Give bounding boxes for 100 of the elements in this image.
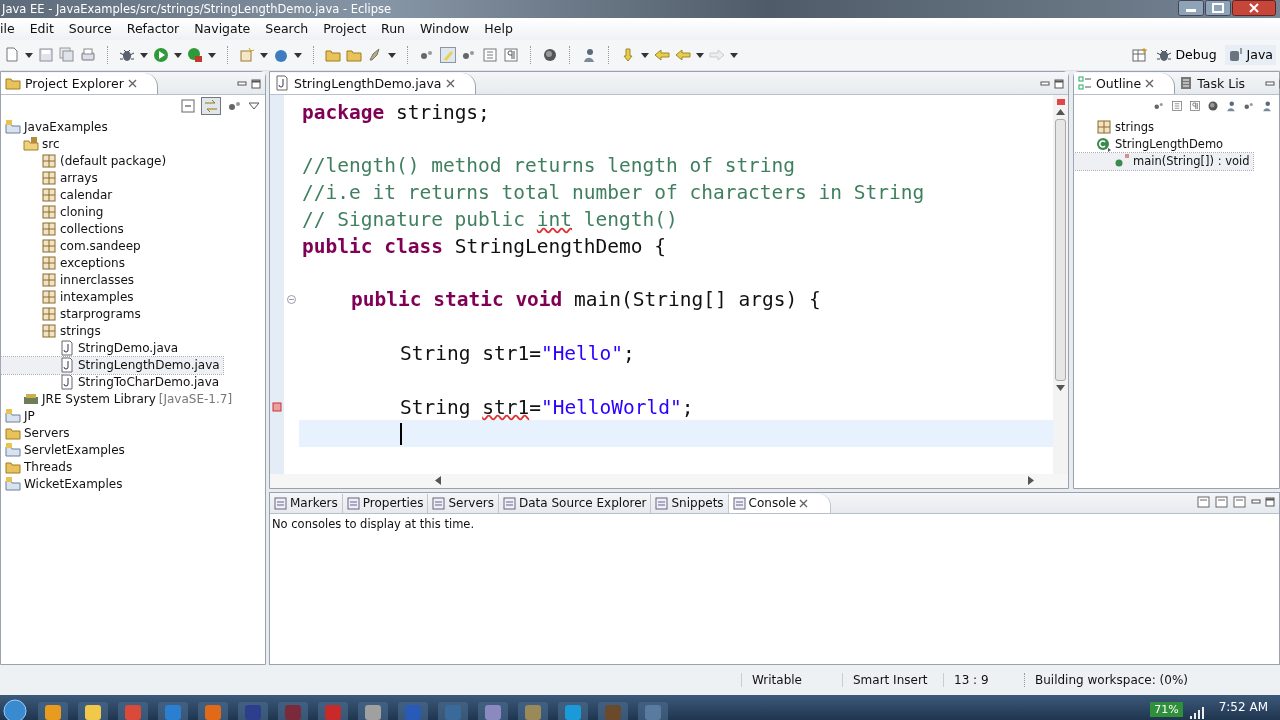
editor-tab[interactable]: StringLengthDemo.java [270, 72, 476, 94]
fold-toggle-icon[interactable] [287, 295, 296, 305]
tree-item[interactable]: starprograms [1, 305, 144, 323]
console-tab[interactable]: Console [728, 493, 832, 513]
save-all-icon[interactable] [59, 46, 75, 63]
open-perspective-icon[interactable] [1132, 46, 1149, 63]
tree-item[interactable]: cloning [1, 203, 107, 221]
clock[interactable]: 7:52 AM [1210, 700, 1280, 720]
tree-item[interactable]: (default package) [1, 152, 170, 170]
person-icon[interactable] [1261, 99, 1273, 112]
view-menu-icon[interactable] [249, 101, 259, 110]
project-explorer-tab[interactable]: Project Explorer [1, 72, 158, 94]
back-arrow-icon[interactable] [654, 46, 670, 63]
console-tab[interactable]: Properties [342, 493, 429, 513]
tree-item[interactable]: StringToCharDemo.java [1, 373, 223, 391]
tree-item[interactable]: StringLengthDemo.java [1, 356, 223, 374]
close-icon[interactable] [1145, 78, 1155, 88]
link-editor-icon[interactable] [201, 96, 221, 115]
tree-item[interactable]: arrays [1, 169, 101, 187]
outline-tab[interactable]: Outline [1074, 72, 1176, 94]
globe-icon[interactable] [542, 46, 558, 63]
app-icon[interactable] [356, 700, 390, 720]
minimize-icon[interactable] [1178, 0, 1204, 16]
document-icon[interactable] [4, 46, 20, 63]
dropdown-caret-icon[interactable] [388, 51, 396, 58]
block-icon[interactable] [1171, 99, 1183, 112]
dropdown-caret-icon[interactable] [25, 51, 33, 58]
dropdown-caret-icon[interactable] [140, 51, 148, 58]
maximize-icon[interactable] [1054, 78, 1064, 89]
tree-item[interactable]: JRE System Library [JavaSE-1.7] [1, 390, 236, 408]
maximize-icon[interactable] [251, 78, 261, 89]
close-icon[interactable] [445, 78, 455, 88]
app-icon[interactable] [516, 700, 550, 720]
paragraph-icon[interactable] [503, 46, 519, 63]
tree-item[interactable]: src [1, 135, 63, 153]
down-arrow-icon[interactable] [620, 46, 636, 63]
console-tab[interactable]: Data Source Explorer [499, 493, 652, 513]
tree-item[interactable]: JavaExamples [1, 118, 111, 136]
menu-item[interactable]: Project [323, 21, 367, 37]
close-icon[interactable] [1232, 0, 1276, 16]
app-icon[interactable] [36, 700, 70, 720]
tree-item[interactable]: intexamples [1, 288, 137, 306]
app-icon[interactable] [556, 700, 590, 720]
console-tab[interactable]: Markers [270, 493, 343, 513]
back-arrow-icon[interactable] [675, 46, 691, 63]
menu-item[interactable]: Refactor [126, 21, 180, 37]
scroll-up-icon[interactable] [1056, 108, 1065, 115]
perspective-button[interactable]: Java [1224, 44, 1276, 65]
start-button-icon[interactable] [0, 698, 30, 720]
tree-item[interactable]: Servers [1, 424, 73, 442]
tree-item[interactable]: collections [1, 220, 127, 238]
menu-item[interactable]: Run [381, 21, 405, 37]
dropdown-caret-icon[interactable] [260, 51, 268, 58]
printer-icon[interactable] [80, 46, 96, 63]
close-icon[interactable] [799, 498, 809, 508]
scroll-down-icon[interactable] [1056, 384, 1065, 391]
dropdown-caret-icon[interactable] [696, 51, 704, 58]
minimize-icon[interactable] [1265, 78, 1276, 89]
console-tab[interactable]: Snippets [651, 493, 729, 513]
tree-item[interactable]: ServletExamples [1, 441, 128, 459]
app-icon[interactable] [476, 700, 510, 720]
paragraph-icon[interactable] [1189, 99, 1201, 112]
tree-item[interactable]: exceptions [1, 254, 128, 272]
tree-item[interactable]: main(String[]) : void [1074, 152, 1253, 170]
perspective-button[interactable]: Debug [1153, 44, 1220, 65]
collapse-all-icon[interactable] [181, 98, 195, 113]
tree-item[interactable]: strings [1, 322, 104, 340]
app-icon[interactable] [76, 700, 110, 720]
tree-item[interactable]: StringDemo.java [1, 339, 182, 357]
maximize-icon[interactable] [1205, 0, 1231, 16]
app-icon[interactable] [196, 700, 230, 720]
outline-tab[interactable]: Task Lis [1175, 72, 1266, 94]
battery-indicator[interactable]: 71% [1150, 702, 1183, 717]
tree-item[interactable]: innerclasses [1, 271, 138, 289]
tree-item[interactable]: com.sandeep [1, 237, 144, 255]
menu-item[interactable]: ile [0, 21, 15, 37]
dropdown-caret-icon[interactable] [641, 51, 649, 58]
scroll-right-icon[interactable] [1028, 476, 1034, 486]
tree-item[interactable]: WicketExamples [1, 475, 126, 493]
globe-icon[interactable] [1207, 99, 1219, 112]
scrollbar-thumb[interactable] [1055, 118, 1066, 381]
maximize-icon[interactable] [1265, 496, 1275, 507]
tree-item[interactable]: StringLengthDemo [1074, 135, 1227, 153]
person-icon[interactable] [1225, 99, 1237, 112]
run-icon[interactable] [153, 46, 169, 63]
menu-item[interactable]: Search [265, 21, 309, 37]
highlight-icon[interactable] [440, 46, 456, 63]
menu-item[interactable]: Help [484, 21, 513, 37]
menu-item[interactable]: Edit [29, 21, 54, 37]
dropdown-caret-icon[interactable] [174, 51, 182, 58]
run-tool-icon[interactable] [187, 46, 203, 63]
close-icon[interactable] [127, 78, 137, 88]
tree-item[interactable]: calendar [1, 186, 116, 204]
menu-item[interactable]: Window [420, 21, 470, 37]
tree-item[interactable]: JP [1, 407, 38, 425]
dropdown-caret-icon[interactable] [730, 51, 738, 58]
dropdown-caret-icon[interactable] [208, 51, 216, 58]
person-icon[interactable] [581, 46, 597, 63]
tree-item[interactable]: strings [1074, 118, 1157, 136]
dropdown-caret-icon[interactable] [294, 51, 302, 58]
